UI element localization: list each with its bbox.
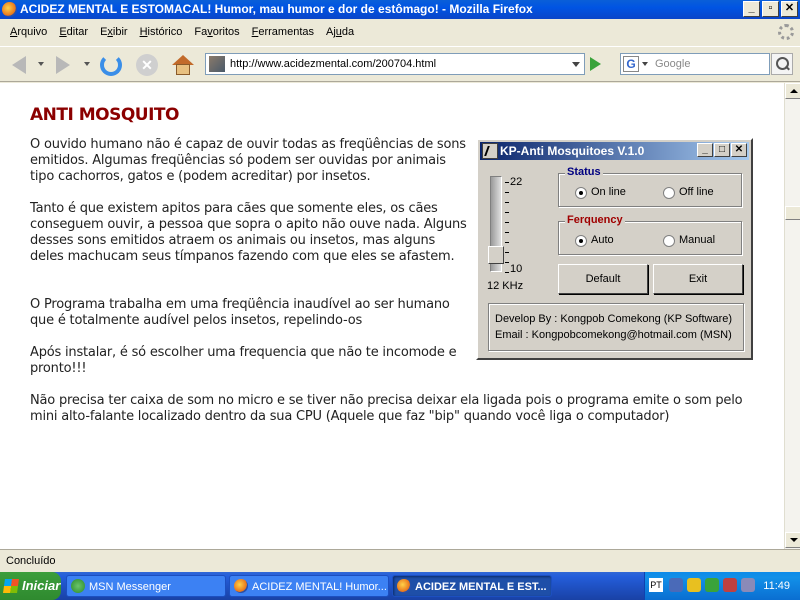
kp-developer-info: Develop By : Kongpob Comekong (KP Softwa… xyxy=(488,303,744,351)
page-content: ANTI MOSQUITO O ouvido humano não é capa… xyxy=(0,83,784,549)
kp-app-icon xyxy=(482,143,498,159)
taskbar-firefox-window-2[interactable]: ACIDEZ MENTAL E EST... xyxy=(392,575,552,597)
search-input[interactable]: G Google xyxy=(620,53,770,75)
network-icon[interactable] xyxy=(669,578,683,592)
menu-historico[interactable]: Histórico xyxy=(134,26,189,38)
system-tray: PT 11:49 xyxy=(644,572,800,600)
throbber-icon xyxy=(778,24,794,40)
develop-by-text: Develop By : Kongpob Comekong (KP Softwa… xyxy=(495,313,733,325)
minimize-button[interactable]: _ xyxy=(743,1,760,17)
back-button[interactable] xyxy=(6,52,32,78)
status-text: Concluído xyxy=(6,555,56,567)
google-engine-icon[interactable]: G xyxy=(623,56,639,72)
status-online-radio: On line xyxy=(575,186,626,199)
scroll-thumb[interactable] xyxy=(785,206,800,220)
title-bar[interactable]: ACIDEZ MENTAL E ESTOMACAL! Humor, mau hu… xyxy=(0,0,800,19)
taskbar-msn-messenger[interactable]: MSN Messenger xyxy=(66,575,226,597)
kp-default-button: Default xyxy=(558,264,648,294)
menu-editar[interactable]: Editar xyxy=(53,26,94,38)
status-offline-radio: Off line xyxy=(663,186,714,199)
taskbar-firefox-window-1[interactable]: ACIDEZ MENTAL! Humor... xyxy=(229,575,389,597)
antivirus-icon[interactable] xyxy=(705,578,719,592)
slider-max-label: 22 xyxy=(510,176,523,188)
slider-min-label: 10 xyxy=(510,263,523,275)
volume-icon[interactable] xyxy=(741,578,755,592)
scroll-up-button[interactable] xyxy=(785,83,800,99)
menu-exibir[interactable]: Exibir xyxy=(94,26,134,38)
stop-button[interactable]: ✕ xyxy=(134,52,160,78)
frequency-manual-radio: Manual xyxy=(663,234,715,247)
menu-arquivo[interactable]: Arquivo xyxy=(4,26,53,38)
paragraph-1: O ouvido humano não é capaz de ouvir tod… xyxy=(30,137,466,184)
kp-app-screenshot: KP-Anti Mosquitoes V.1.0 _ □ ✕ 22 10 12 … xyxy=(476,138,753,360)
forward-arrow-icon xyxy=(56,56,70,74)
menu-ferramentas[interactable]: Ferramentas xyxy=(246,26,320,38)
paragraph-4: Após instalar, é só escolher uma frequen… xyxy=(30,345,457,376)
frequency-group-title: Ferquency xyxy=(565,214,625,226)
paragraph-3: O Programa trabalha em uma freqüência in… xyxy=(30,297,450,328)
msn-icon xyxy=(71,579,85,593)
back-history-dropdown[interactable] xyxy=(38,62,44,66)
email-text: Email : Kongpobcomekong@hotmail.com (MSN… xyxy=(495,329,732,341)
paragraph-2: Tanto é que existem apitos para cães que… xyxy=(30,201,467,264)
search-placeholder: Google xyxy=(655,58,691,70)
kp-title-bar: KP-Anti Mosquitoes V.1.0 _ □ ✕ xyxy=(480,142,749,160)
site-favicon-icon xyxy=(209,56,225,72)
maximize-button[interactable]: ▫ xyxy=(762,1,779,17)
window-title: ACIDEZ MENTAL E ESTOMACAL! Humor, mau hu… xyxy=(20,2,533,16)
address-bar[interactable]: http://www.acidezmental.com/200704.html xyxy=(205,53,585,75)
start-label: Iniciar xyxy=(22,578,61,593)
scroll-down-button[interactable] xyxy=(785,532,800,548)
vertical-scrollbar[interactable] xyxy=(784,83,800,549)
firefox-icon xyxy=(397,579,411,593)
kp-exit-button: Exit xyxy=(653,264,743,294)
engine-dropdown-icon[interactable] xyxy=(642,62,648,66)
menu-favoritos[interactable]: Favoritos xyxy=(188,26,245,38)
navigation-toolbar: ✕ http://www.acidezmental.com/200704.htm… xyxy=(0,46,800,82)
browser-window: ACIDEZ MENTAL E ESTOMACAL! Humor, mau hu… xyxy=(0,0,800,572)
firefox-icon xyxy=(234,579,248,593)
down-arrow-icon xyxy=(790,538,798,542)
home-button[interactable] xyxy=(170,52,196,78)
search-button[interactable] xyxy=(771,53,793,75)
kp-close-icon: ✕ xyxy=(731,143,747,157)
up-arrow-icon xyxy=(790,89,798,93)
frequency-auto-radio: Auto xyxy=(575,234,614,247)
firefox-icon xyxy=(2,2,17,17)
clock: 11:49 xyxy=(763,580,790,592)
windows-logo-icon xyxy=(3,579,19,593)
slider-value-label: 12 KHz xyxy=(487,280,524,292)
url-text: http://www.acidezmental.com/200704.html xyxy=(230,58,437,70)
status-group: Status On line Off line xyxy=(558,166,742,207)
menu-bar: Arquivo Editar Exibir Histórico Favorito… xyxy=(0,20,800,44)
taskbar: Iniciar MSN Messenger ACIDEZ MENTAL! Hum… xyxy=(0,572,800,600)
frequency-group: Ferquency Auto Manual xyxy=(558,214,742,255)
security-shield-icon[interactable] xyxy=(687,578,701,592)
status-group-title: Status xyxy=(565,166,603,178)
forward-button[interactable] xyxy=(50,52,76,78)
status-bar: Concluído xyxy=(0,549,800,572)
reload-icon xyxy=(100,54,122,76)
back-arrow-icon xyxy=(12,56,26,74)
go-button[interactable] xyxy=(590,57,601,71)
home-icon xyxy=(172,55,194,75)
start-button[interactable]: Iniciar xyxy=(0,572,61,600)
frequency-slider-thumb xyxy=(488,246,504,264)
url-dropdown-icon[interactable] xyxy=(572,62,580,67)
paragraph-5: Não precisa ter caixa de som no micro e … xyxy=(30,393,743,424)
stop-icon: ✕ xyxy=(136,54,158,76)
close-button[interactable]: ✕ xyxy=(781,1,798,17)
kp-maximize-icon: □ xyxy=(714,143,730,157)
forward-history-dropdown[interactable] xyxy=(84,62,90,66)
menu-ajuda[interactable]: Ajuda xyxy=(320,26,360,38)
language-indicator[interactable]: PT xyxy=(649,578,663,592)
tray-app-icon[interactable] xyxy=(723,578,737,592)
kp-title: KP-Anti Mosquitoes V.1.0 xyxy=(500,144,645,158)
reload-button[interactable] xyxy=(98,52,124,78)
article-title: ANTI MOSQUITO xyxy=(30,105,179,125)
kp-minimize-icon: _ xyxy=(697,143,713,157)
